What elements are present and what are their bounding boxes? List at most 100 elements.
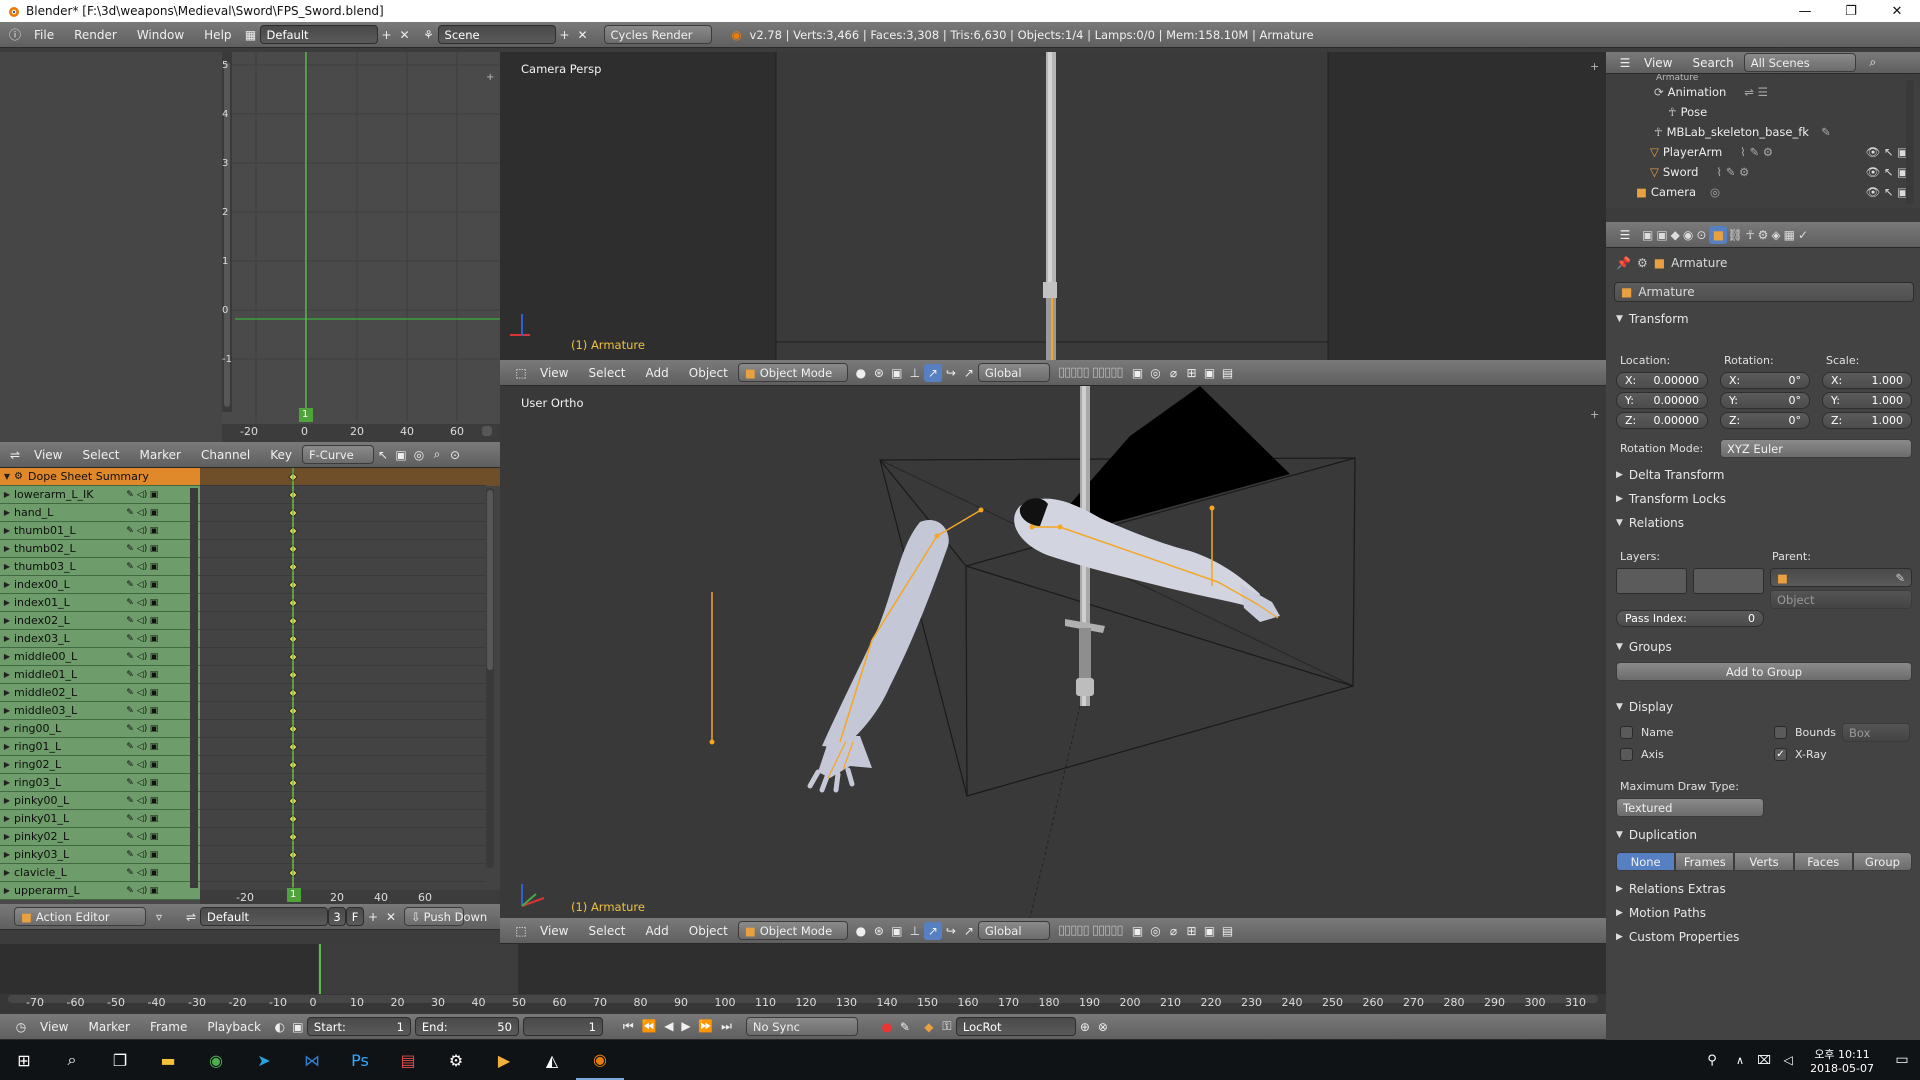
mute-icon[interactable]: ◁): [136, 814, 148, 824]
windows-start-icon[interactable]: ⊞: [0, 1040, 48, 1080]
scale-y-field[interactable]: Y: 1.000: [1822, 392, 1912, 409]
expand-arrow-icon[interactable]: ▶: [0, 490, 14, 499]
proportional-edit-icon[interactable]: ◎: [1147, 364, 1165, 382]
manipulator-icon[interactable]: ▣: [888, 922, 906, 940]
expand-arrow-icon[interactable]: ▶: [0, 580, 14, 589]
location-y-field[interactable]: Y: 0.00000: [1616, 392, 1708, 409]
camera-viewport[interactable]: Camera Persp (1) Armature +: [500, 52, 1606, 360]
blender-taskbar-icon[interactable]: ◉: [576, 1040, 624, 1080]
panel-expand-icon[interactable]: +: [1590, 408, 1599, 421]
menu-marker[interactable]: Marker: [130, 448, 191, 462]
menu-view[interactable]: View: [24, 448, 72, 462]
cursor-icon[interactable]: ↖: [374, 446, 392, 464]
menu-add[interactable]: Add: [636, 366, 679, 380]
wrench-icon[interactable]: ✎: [124, 706, 136, 716]
filter-dropdown-icon[interactable]: ▿: [150, 908, 168, 926]
maximize-button[interactable]: ❐: [1828, 4, 1874, 19]
keying-set-icon[interactable]: ⚿: [938, 1018, 956, 1036]
wrench-icon[interactable]: ✎: [124, 760, 136, 770]
expand-arrow-icon[interactable]: ▼: [0, 472, 14, 481]
wrench-icon[interactable]: ✎: [124, 724, 136, 734]
outliner-item-armature[interactable]: Armature: [1606, 74, 1920, 82]
dope-sheet-summary-row[interactable]: ▼ ⚙ Dope Sheet Summary: [0, 468, 200, 486]
media-player-icon[interactable]: ▶: [480, 1040, 528, 1080]
expand-arrow-icon[interactable]: ▶: [0, 724, 14, 733]
snap-icon[interactable]: ⌀: [1165, 364, 1183, 382]
expand-arrow-icon[interactable]: ▶: [0, 814, 14, 823]
menu-channel[interactable]: Channel: [191, 448, 260, 462]
expand-arrow-icon[interactable]: ▶: [0, 616, 14, 625]
menu-file[interactable]: File: [24, 28, 64, 42]
screen-layout-icon[interactable]: ▦: [242, 26, 260, 44]
viewport-shading-icon[interactable]: ●: [852, 364, 870, 382]
wrench-icon[interactable]: ✎: [124, 778, 136, 788]
menu-key[interactable]: Key: [260, 448, 302, 462]
panel-custom-properties[interactable]: ▶ Custom Properties: [1606, 926, 1920, 948]
menu-object[interactable]: Object: [679, 924, 738, 938]
delete-key-icon[interactable]: ⊗: [1094, 1018, 1112, 1036]
lock-icon[interactable]: ▣: [148, 814, 160, 824]
mute-icon[interactable]: ◁): [136, 796, 148, 806]
current-frame-field[interactable]: 1: [522, 1017, 603, 1036]
mute-icon[interactable]: ◁): [136, 652, 148, 662]
outliner-item-camera[interactable]: ■ Camera ◎ 👁 ↖ ▣: [1606, 182, 1920, 202]
panel-groups[interactable]: ▼ Groups: [1606, 636, 1920, 658]
channel-row[interactable]: ▶ middle03_L ✎ ◁) ▣: [0, 702, 200, 720]
fake-user-toggle[interactable]: F: [346, 907, 364, 926]
vscode-icon[interactable]: ⋈: [288, 1040, 336, 1080]
wrench-icon[interactable]: ✎: [124, 850, 136, 860]
mute-icon[interactable]: ◁): [136, 634, 148, 644]
insert-key-icon[interactable]: ⊕: [1076, 1018, 1094, 1036]
editor-type-properties-icon[interactable]: ☰: [1616, 226, 1634, 244]
max-draw-type-select[interactable]: Textured: [1616, 798, 1764, 817]
properties-tabs-more[interactable]: ⛓☥⚙◈▦✓: [1727, 228, 1811, 242]
pivot-point-icon[interactable]: ⊛: [870, 364, 888, 382]
channel-row[interactable]: ▶ index01_L ✎ ◁) ▣: [0, 594, 200, 612]
user-ortho-viewport[interactable]: User Ortho (1) Armature +: [500, 386, 1606, 918]
lock-icon[interactable]: ▣: [148, 634, 160, 644]
action-browse-icon[interactable]: ⇌: [182, 908, 200, 926]
rotation-y-field[interactable]: Y: 0°: [1720, 392, 1810, 409]
channel-row[interactable]: ▶ pinky00_L ✎ ◁) ▣: [0, 792, 200, 810]
render-anim-icon[interactable]: ▤: [1219, 364, 1237, 382]
menu-select[interactable]: Select: [72, 448, 129, 462]
channel-row[interactable]: ▶ ring03_L ✎ ◁) ▣: [0, 774, 200, 792]
volume-icon[interactable]: ◁: [1776, 1040, 1800, 1080]
expand-arrow-icon[interactable]: ▶: [0, 652, 14, 661]
expand-arrow-icon[interactable]: ▶: [0, 688, 14, 697]
name-checkbox[interactable]: [1620, 726, 1633, 739]
unity-icon[interactable]: ◭: [528, 1040, 576, 1080]
mute-icon[interactable]: ◁): [136, 706, 148, 716]
proportional-edit-icon[interactable]: ◎: [1147, 922, 1165, 940]
expand-arrow-icon[interactable]: ▶: [0, 796, 14, 805]
layer-lock-icon[interactable]: ▣: [1129, 922, 1147, 940]
add-layout-icon[interactable]: +: [378, 26, 396, 44]
channel-row[interactable]: ▶ thumb03_L ✎ ◁) ▣: [0, 558, 200, 576]
wrench-icon[interactable]: ✎: [124, 544, 136, 554]
panel-duplication[interactable]: ▼ Duplication: [1606, 824, 1920, 846]
channel-row[interactable]: ▶ ring01_L ✎ ◁) ▣: [0, 738, 200, 756]
mute-icon[interactable]: ◁): [136, 580, 148, 590]
rotation-x-field[interactable]: X: 0°: [1720, 372, 1810, 389]
lock-icon[interactable]: ▣: [148, 868, 160, 878]
dup-faces-button[interactable]: Faces: [1793, 852, 1853, 871]
mute-icon[interactable]: ◁): [136, 526, 148, 536]
mute-icon[interactable]: ◁): [136, 760, 148, 770]
expand-arrow-icon[interactable]: ▶: [0, 508, 14, 517]
menu-view[interactable]: View: [530, 924, 578, 938]
wrench-icon[interactable]: ✎: [124, 508, 136, 518]
layer-lock-icon[interactable]: ▣: [1129, 364, 1147, 382]
wrench-icon[interactable]: ✎: [124, 832, 136, 842]
expand-arrow-icon[interactable]: ▶: [0, 526, 14, 535]
pass-index-field[interactable]: Pass Index: 0: [1616, 610, 1764, 627]
keyframe-area[interactable]: -20 20 40 60 1: [200, 468, 500, 904]
action-name-field[interactable]: Default: [200, 907, 328, 926]
expand-arrow-icon[interactable]: ▶: [0, 850, 14, 859]
transform-icon[interactable]: ↗: [960, 364, 978, 382]
outliner-item-animation[interactable]: ⟳ Animation ⇌ ☰: [1606, 82, 1920, 102]
viewport-shading-icon[interactable]: ●: [852, 922, 870, 940]
render-preview-icon[interactable]: ▣: [1201, 922, 1219, 940]
visibility-icon[interactable]: 👁 ↖ ▣: [1866, 145, 1908, 159]
mute-icon[interactable]: ◁): [136, 886, 148, 896]
search-icon[interactable]: ⌕: [1864, 54, 1882, 72]
